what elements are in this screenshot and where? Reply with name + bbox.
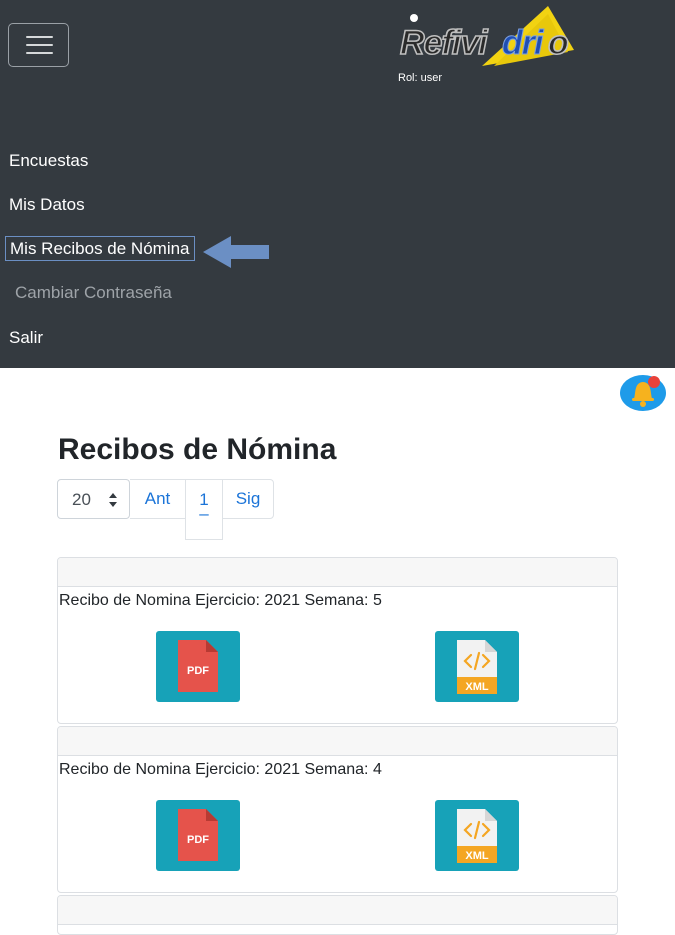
arrow-left-icon: [203, 236, 269, 268]
card-header: [58, 896, 617, 925]
card-header: [58, 558, 617, 587]
select-caret-icon: [109, 493, 117, 507]
logo-image: Refivi dri o: [399, 6, 574, 66]
svg-text:dri: dri: [502, 24, 545, 62]
brand-logo[interactable]: Refivi dri o: [398, 4, 578, 68]
page-size-value: 20: [72, 490, 91, 509]
download-pdf-button[interactable]: PDF: [156, 800, 240, 871]
pagination-prev-button[interactable]: Ant: [130, 479, 186, 519]
nav-item-mis-datos[interactable]: Mis Datos: [9, 195, 85, 215]
download-xml-button[interactable]: XML: [435, 800, 519, 871]
svg-text:PDF: PDF: [187, 665, 209, 677]
svg-text:PDF: PDF: [187, 834, 209, 846]
receipt-card: Recibo de Nomina Ejercicio: 2021 Semana:…: [57, 557, 618, 724]
xml-file-icon: XML: [457, 640, 497, 694]
notification-bell-button[interactable]: [620, 373, 668, 413]
receipt-card: Recibo de Nomina Ejercicio: 2021 Semana:…: [57, 726, 618, 893]
svg-text:XML: XML: [465, 681, 489, 693]
pagination-current-marker: –: [199, 504, 209, 523]
svg-text:Refivi: Refivi: [400, 24, 489, 62]
user-role: Rol: user: [398, 72, 443, 84]
card-header: [58, 727, 617, 756]
bell-icon: [620, 375, 666, 411]
menu-toggle-button[interactable]: [8, 23, 69, 67]
pdf-file-icon: PDF: [178, 640, 218, 692]
nav-item-encuestas[interactable]: Encuestas: [9, 151, 88, 171]
receipt-title: Recibo de Nomina Ejercicio: 2021 Semana:…: [59, 592, 382, 609]
menu-icon: [26, 36, 53, 38]
receipt-card: [57, 895, 618, 935]
nav-item-salir[interactable]: Salir: [9, 328, 43, 348]
pagination-next-button[interactable]: Sig: [222, 479, 274, 519]
navbar: Refivi dri o Rol: user Encuestas Mis Dat…: [0, 0, 675, 368]
receipt-title: Recibo de Nomina Ejercicio: 2021 Semana:…: [59, 761, 382, 778]
download-pdf-button[interactable]: PDF: [156, 631, 240, 702]
xml-file-icon: XML: [457, 809, 497, 863]
page-title: Recibos de Nómina: [58, 433, 337, 466]
nav-item-cambiar-contrasena[interactable]: Cambiar Contraseña: [15, 283, 172, 303]
nav-item-mis-recibos[interactable]: Mis Recibos de Nómina: [5, 236, 195, 261]
pdf-file-icon: PDF: [178, 809, 218, 861]
download-xml-button[interactable]: XML: [435, 631, 519, 702]
page-size-select[interactable]: 20: [57, 479, 130, 519]
svg-text:o: o: [548, 24, 569, 62]
pagination-page-button[interactable]: 1 –: [185, 479, 223, 540]
svg-text:XML: XML: [465, 850, 489, 862]
